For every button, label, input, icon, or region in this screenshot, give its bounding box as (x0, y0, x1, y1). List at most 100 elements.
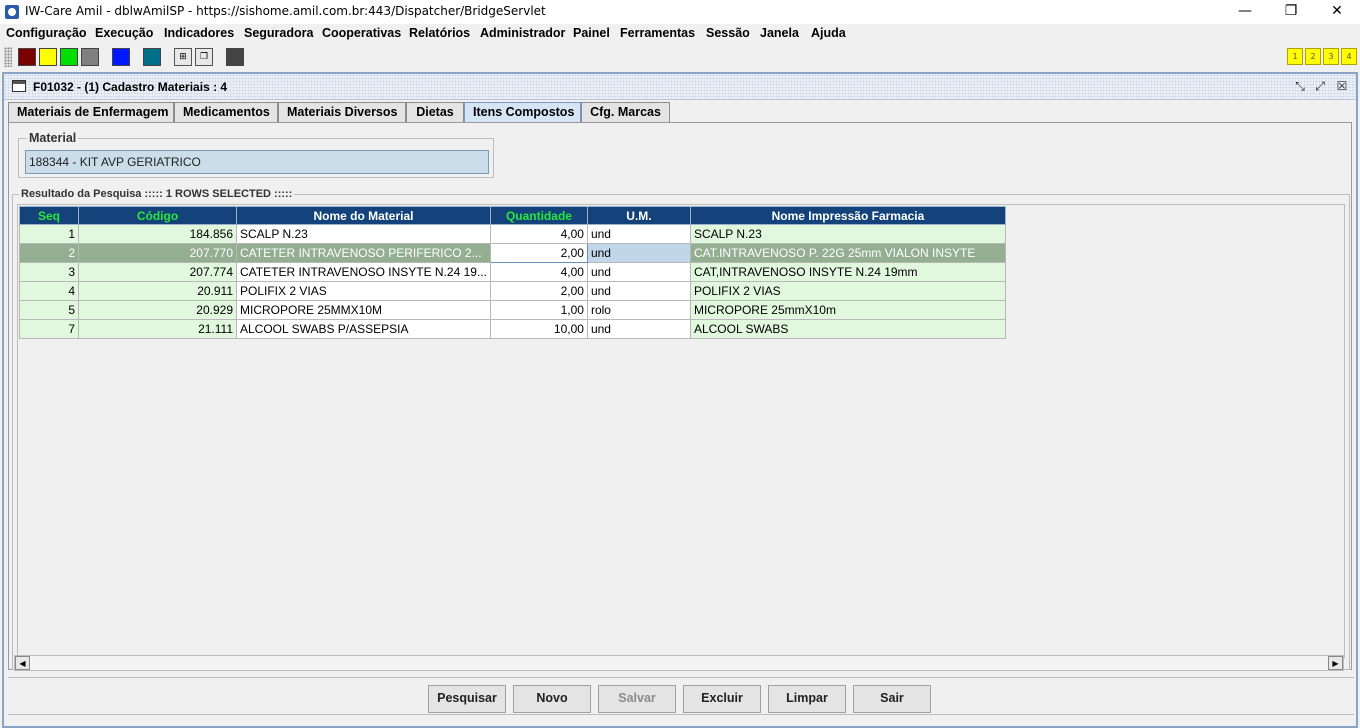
col-header-codigo[interactable]: Código (78, 206, 237, 225)
menu-ferramentas[interactable]: Ferramentas (620, 26, 695, 40)
scroll-left-icon[interactable]: ◀ (15, 656, 30, 670)
cell-codigo: 207.770 (78, 243, 237, 263)
window-4-button[interactable]: 4 (1341, 48, 1357, 65)
salvar-button[interactable]: Salvar (598, 685, 676, 713)
cell-quantidade[interactable]: 4,00 (489, 224, 588, 244)
menu-relatorios[interactable]: Relatórios (409, 26, 470, 40)
cell-farmacia: MICROPORE 25mmX10m (689, 300, 1006, 320)
cell-farmacia: CAT.INTRAVENOSO P. 22G 25mm VIALON INSYT… (689, 243, 1006, 263)
table-row[interactable]: 4 20.911 POLIFIX 2 VIAS 2,00 und POLIFIX… (19, 281, 1006, 301)
results-grid-area[interactable]: Seq Código Nome do Material Quantidade U… (17, 204, 1345, 658)
novo-button[interactable]: Novo (513, 685, 591, 713)
color-swatch-teal[interactable] (143, 48, 161, 66)
cell-farmacia: SCALP N.23 (689, 224, 1006, 244)
table-row[interactable]: 1 184.856 SCALP N.23 4,00 und SCALP N.23 (19, 224, 1006, 244)
cell-farmacia: POLIFIX 2 VIAS (689, 281, 1006, 301)
menu-janela[interactable]: Janela (760, 26, 799, 40)
limpar-button[interactable]: Limpar (768, 685, 846, 713)
dark-square-icon[interactable] (226, 48, 244, 66)
tab-cfg-marcas[interactable]: Cfg. Marcas (581, 102, 670, 123)
col-header-nome-material[interactable]: Nome do Material (236, 206, 491, 225)
menu-sessao[interactable]: Sessão (706, 26, 750, 40)
window-1-button[interactable]: 1 (1287, 48, 1303, 65)
cell-codigo: 207.774 (78, 262, 237, 282)
excluir-button[interactable]: Excluir (683, 685, 761, 713)
col-header-quantidade[interactable]: Quantidade (489, 206, 588, 225)
frame-title: F01032 - (1) Cadastro Materiais : 4 (33, 80, 228, 94)
cell-um[interactable]: und (586, 224, 691, 244)
toolbar: ⊞ ❐ (0, 44, 1360, 70)
window-2-button[interactable]: 2 (1305, 48, 1321, 65)
frame-close-icon[interactable]: ☒ (1334, 79, 1350, 95)
cell-um[interactable]: rolo (586, 300, 691, 320)
table-row-selected[interactable]: 2 207.770 CATETER INTRAVENOSO PERIFERICO… (19, 243, 1006, 263)
tab-medicamentos[interactable]: Medicamentos (174, 102, 278, 123)
table-header-row: Seq Código Nome do Material Quantidade U… (19, 206, 1006, 225)
cell-um[interactable]: und (586, 319, 691, 339)
tree-view-icon[interactable]: ⊞ (174, 48, 192, 66)
frame-title-bar[interactable]: F01032 - (1) Cadastro Materiais : 4 ⤡ ⤢ … (4, 74, 1356, 100)
tab-dietas[interactable]: Dietas (406, 102, 464, 123)
cell-seq: 2 (19, 243, 79, 263)
tab-itens-compostos[interactable]: Itens Compostos (464, 102, 581, 123)
table-row[interactable]: 7 21.111 ALCOOL SWABS P/ASSEPSIA 10,00 u… (19, 319, 1006, 339)
menu-administrador[interactable]: Administrador (480, 26, 565, 40)
cell-um[interactable]: und (586, 281, 691, 301)
menu-ajuda[interactable]: Ajuda (811, 26, 846, 40)
cell-quantidade-editing[interactable]: 2,00 (489, 243, 588, 263)
scroll-right-icon[interactable]: ▶ (1328, 656, 1343, 670)
color-swatch-blue[interactable] (112, 48, 130, 66)
color-swatch-green[interactable] (60, 48, 78, 66)
cell-um[interactable]: und (586, 262, 691, 282)
tab-materiais-diversos[interactable]: Materiais Diversos (278, 102, 406, 123)
menu-execucao[interactable]: Execução (95, 26, 153, 40)
results-group: Resultado da Pesquisa ::::: 1 ROWS SELEC… (12, 188, 1350, 670)
cell-nome: SCALP N.23 (236, 224, 491, 244)
color-swatch-darkred[interactable] (18, 48, 36, 66)
results-table: Seq Código Nome do Material Quantidade U… (19, 206, 1006, 339)
menu-seguradora[interactable]: Seguradora (244, 26, 313, 40)
cell-farmacia: ALCOOL SWABS (689, 319, 1006, 339)
material-field[interactable]: 188344 - KIT AVP GERIATRICO (25, 150, 489, 174)
tab-materiais-de-enfermagem[interactable]: Materiais de Enfermagem (8, 102, 174, 123)
color-swatch-gray[interactable] (81, 48, 99, 66)
table-row[interactable]: 5 20.929 MICROPORE 25MMX10M 1,00 rolo MI… (19, 300, 1006, 320)
cell-quantidade[interactable]: 1,00 (489, 300, 588, 320)
toolbar-grip[interactable] (4, 47, 12, 67)
cell-seq: 3 (19, 262, 79, 282)
window-3-button[interactable]: 3 (1323, 48, 1339, 65)
frame-window-icon (12, 80, 26, 92)
cell-nome: POLIFIX 2 VIAS (236, 281, 491, 301)
cell-farmacia: CAT,INTRAVENOSO INSYTE N.24 19mm (689, 262, 1006, 282)
horizontal-scrollbar[interactable]: ◀ ▶ (14, 655, 1344, 671)
menu-bar: Configuração Execução Indicadores Segura… (0, 24, 1360, 44)
window-title-bar: IW-Care Amil - dblwAmilSP - https://sish… (0, 0, 1360, 24)
col-header-seq[interactable]: Seq (19, 206, 79, 225)
col-header-um[interactable]: U.M. (586, 206, 691, 225)
cell-quantidade[interactable]: 2,00 (489, 281, 588, 301)
material-legend: Material (27, 131, 79, 145)
cell-quantidade[interactable]: 10,00 (489, 319, 588, 339)
color-swatch-yellow[interactable] (39, 48, 57, 66)
cell-um[interactable]: und (586, 243, 691, 263)
frame-maximize-icon[interactable]: ⤢ (1312, 79, 1328, 95)
cascade-windows-icon[interactable]: ❐ (195, 48, 213, 66)
menu-configuracao[interactable]: Configuração (6, 26, 87, 40)
button-bar (8, 677, 1354, 715)
close-window-button[interactable]: ✕ (1314, 0, 1360, 24)
col-header-nome-impressao[interactable]: Nome Impressão Farmacia (689, 206, 1006, 225)
cell-codigo: 20.911 (78, 281, 237, 301)
menu-indicadores[interactable]: Indicadores (164, 26, 234, 40)
menu-cooperativas[interactable]: Cooperativas (322, 26, 401, 40)
sair-button[interactable]: Sair (853, 685, 931, 713)
pesquisar-button[interactable]: Pesquisar (428, 685, 506, 713)
cell-seq: 4 (19, 281, 79, 301)
table-row[interactable]: 3 207.774 CATETER INTRAVENOSO INSYTE N.2… (19, 262, 1006, 282)
cell-codigo: 184.856 (78, 224, 237, 244)
minimize-window-button[interactable]: — (1222, 0, 1268, 24)
cell-seq: 1 (19, 224, 79, 244)
cell-quantidade[interactable]: 4,00 (489, 262, 588, 282)
frame-iconify-icon[interactable]: ⤡ (1292, 79, 1308, 95)
restore-window-button[interactable]: ❐ (1268, 0, 1314, 24)
menu-painel[interactable]: Painel (573, 26, 610, 40)
